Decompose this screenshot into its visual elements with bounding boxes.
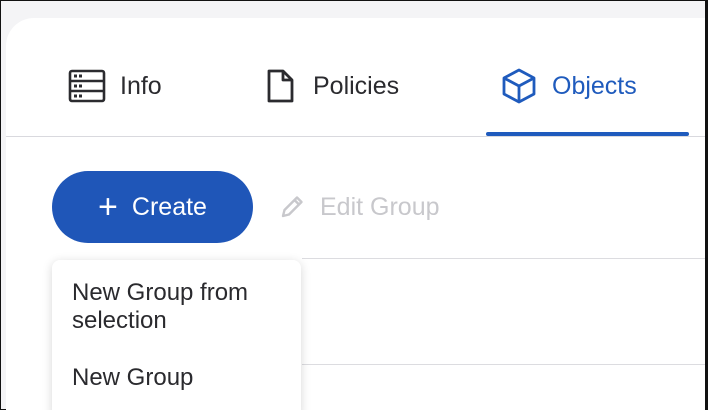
- tab-info[interactable]: Info: [68, 64, 162, 108]
- tab-policies[interactable]: Policies: [261, 64, 399, 108]
- create-button[interactable]: + Create: [52, 171, 253, 243]
- tab-bar: Info Policies Objects: [6, 18, 706, 137]
- create-dropdown-menu: New Group from selection New Group: [52, 260, 301, 410]
- active-tab-indicator: [486, 132, 689, 136]
- tab-objects[interactable]: Objects: [500, 64, 637, 108]
- content-divider: [302, 258, 706, 259]
- content-divider: [302, 364, 706, 365]
- document-icon: [261, 67, 299, 105]
- main-panel: Info Policies Objects + Create Edit Grou…: [6, 18, 706, 410]
- menu-item-new-group-from-selection[interactable]: New Group from selection: [72, 279, 292, 335]
- edit-group-button[interactable]: Edit Group: [278, 186, 440, 228]
- menu-item-new-group[interactable]: New Group: [72, 364, 193, 392]
- pencil-icon: [278, 193, 306, 221]
- create-button-label: Create: [131, 192, 207, 221]
- tab-objects-label: Objects: [552, 71, 637, 100]
- tab-policies-label: Policies: [313, 71, 400, 100]
- cube-icon: [500, 67, 538, 105]
- tab-info-label: Info: [120, 71, 162, 100]
- server-list-icon: [68, 67, 106, 105]
- plus-icon: +: [98, 188, 118, 226]
- edit-group-label: Edit Group: [320, 192, 440, 221]
